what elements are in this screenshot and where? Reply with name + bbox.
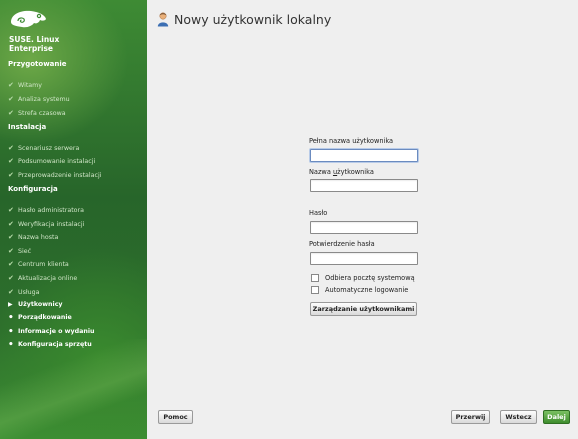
step-services[interactable]: ✔ Usługa xyxy=(8,288,40,296)
step-online-update[interactable]: ✔ Aktualizacja online xyxy=(8,274,77,282)
step-label: Aktualizacja online xyxy=(18,274,78,282)
step-label: Usługa xyxy=(18,288,40,296)
step-network[interactable]: ✔ Sieć xyxy=(8,247,31,255)
password-confirm-label: Potwierdzenie hasła xyxy=(309,240,375,248)
step-label: Scenariusz serwera xyxy=(18,144,80,152)
check-icon: ✔ xyxy=(8,247,14,255)
step-perform-installation[interactable]: ✔ Przeprowadzenie instalacji xyxy=(8,171,101,179)
section-title-configuration: Konfiguracja xyxy=(8,185,58,193)
check-icon: ✔ xyxy=(8,288,14,296)
password-input[interactable] xyxy=(310,221,418,234)
check-icon: ✔ xyxy=(8,109,14,117)
auto-login-checkbox[interactable] xyxy=(311,286,319,294)
step-label: Hasło administratora xyxy=(18,206,84,214)
username-label: Nazwa użytkownika xyxy=(309,168,374,176)
check-icon: ✔ xyxy=(8,95,14,103)
section-title-installation: Instalacja xyxy=(8,123,47,131)
check-icon: ✔ xyxy=(8,233,14,241)
abort-button[interactable]: Przerwij xyxy=(451,410,490,424)
step-label: Weryfikacja instalacji xyxy=(18,220,85,228)
check-icon: ✔ xyxy=(8,260,14,268)
step-hostname[interactable]: ✔ Nazwa hosta xyxy=(8,233,58,241)
manage-users-button[interactable]: Zarządzanie użytkownikami xyxy=(310,302,417,316)
step-hardware-configuration[interactable]: • Konfiguracja sprzętu xyxy=(8,339,92,350)
bullet-icon: • xyxy=(8,339,14,350)
brand-name: SUSE. Linux Enterprise xyxy=(9,35,59,53)
brand-line-2: Enterprise xyxy=(9,44,54,53)
step-label: Nazwa hosta xyxy=(18,233,59,241)
step-server-scenario[interactable]: ✔ Scenariusz serwera xyxy=(8,144,79,152)
page-header: Nowy użytkownik lokalny xyxy=(157,12,331,27)
arrow-right-icon: ▶ xyxy=(8,301,13,308)
page-title: Nowy użytkownik lokalny xyxy=(174,12,332,27)
step-customer-center[interactable]: ✔ Centrum klienta xyxy=(8,260,69,268)
brand-line-1: SUSE. Linux xyxy=(9,35,60,44)
full-name-input[interactable] xyxy=(310,149,418,162)
step-label: Sieć xyxy=(18,247,32,255)
step-installation-summary[interactable]: ✔ Podsumowanie instalacji xyxy=(8,157,95,165)
receive-system-mail-row[interactable]: Odbiera pocztę systemową xyxy=(311,274,415,282)
step-label: Informacje o wydaniu xyxy=(18,328,95,335)
password-confirm-input[interactable] xyxy=(310,252,418,265)
step-users-current[interactable]: ▶ Użytkownicy xyxy=(8,301,63,308)
step-label: Porządkowanie xyxy=(18,314,72,321)
username-input[interactable] xyxy=(310,179,418,192)
step-label: Analiza systemu xyxy=(18,95,70,103)
step-label: Podsumowanie instalacji xyxy=(18,157,96,165)
check-icon: ✔ xyxy=(8,220,14,228)
check-icon: ✔ xyxy=(8,171,14,179)
main-content: Nowy użytkownik lokalny Pełna nazwa użyt… xyxy=(147,0,578,439)
step-label: Strefa czasowa xyxy=(18,109,66,117)
check-icon: ✔ xyxy=(8,157,14,165)
username-label-pre: Nazwa xyxy=(309,168,333,176)
step-time-zone[interactable]: ✔ Strefa czasowa xyxy=(8,109,66,117)
auto-login-label: Automatyczne logowanie xyxy=(325,286,409,294)
bullet-icon: • xyxy=(8,312,14,323)
user-icon xyxy=(157,12,169,27)
sidebar: SUSE. Linux Enterprise Przygotowanie ✔ Wi… xyxy=(0,0,147,439)
step-release-notes[interactable]: • Informacje o wydaniu xyxy=(8,326,95,337)
full-name-label: Pełna nazwa użytkownika xyxy=(309,137,394,145)
step-system-analysis[interactable]: ✔ Analiza systemu xyxy=(8,95,70,103)
step-cleanup[interactable]: • Porządkowanie xyxy=(8,312,72,323)
help-button[interactable]: Pomoc xyxy=(158,410,193,424)
section-title-preparation: Przygotowanie xyxy=(8,60,67,68)
next-button[interactable]: Dalej xyxy=(543,410,570,424)
step-root-password[interactable]: ✔ Hasło administratora xyxy=(8,206,84,214)
check-icon: ✔ xyxy=(8,144,14,152)
receive-system-mail-checkbox[interactable] xyxy=(311,274,319,282)
auto-login-row[interactable]: Automatyczne logowanie xyxy=(311,286,408,294)
check-icon: ✔ xyxy=(8,206,14,214)
step-welcome[interactable]: ✔ Witamy xyxy=(8,81,42,89)
step-label: Użytkownicy xyxy=(18,301,63,308)
step-label: Konfiguracja sprzętu xyxy=(18,341,92,348)
username-label-post: żytkownika xyxy=(337,168,374,176)
step-label: Przeprowadzenie instalacji xyxy=(18,171,102,179)
step-label: Witamy xyxy=(18,81,43,89)
bullet-icon: • xyxy=(8,326,14,337)
step-installation-verification[interactable]: ✔ Weryfikacja instalacji xyxy=(8,220,84,228)
check-icon: ✔ xyxy=(8,81,14,89)
receive-system-mail-label: Odbiera pocztę systemową xyxy=(325,274,415,282)
suse-chameleon-logo xyxy=(11,10,46,28)
password-label: Hasło xyxy=(309,209,328,217)
back-button[interactable]: Wstecz xyxy=(500,410,537,424)
step-label: Centrum klienta xyxy=(18,260,69,268)
check-icon: ✔ xyxy=(8,274,14,282)
